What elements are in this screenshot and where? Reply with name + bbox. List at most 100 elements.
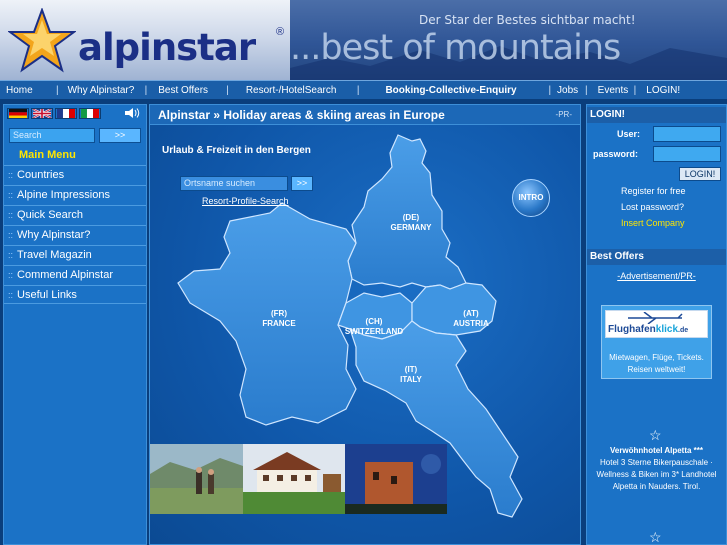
label-switzerland[interactable]: (CH) SWITZERLAND [336, 317, 412, 337]
german-flag-icon[interactable] [7, 108, 29, 119]
menu-item-label: Why Alpinstar? [17, 229, 91, 241]
menu-item-label: Travel Magazin [17, 249, 92, 261]
user-label: User: [617, 129, 641, 139]
uk-flag-icon[interactable] [31, 108, 53, 119]
italian-flag-icon[interactable] [79, 108, 101, 119]
main-menu-title: Main Menu [19, 149, 76, 161]
nav-jobs[interactable]: Jobs [551, 85, 585, 96]
tagline: ...best of mountains [290, 28, 621, 68]
pr-label: -PR- [555, 110, 572, 119]
flughafenklick-logo: Flughafenklick.de [605, 310, 708, 338]
menu-bullet-icon: :: [8, 170, 14, 180]
label-france[interactable]: (FR) FRANCE [254, 309, 304, 329]
menu-item-commend-alpinstar[interactable]: :: Commend Alpinstar [4, 265, 146, 284]
insert-company-link[interactable]: Insert Company [621, 218, 685, 228]
country-name: AUSTRIA [453, 319, 489, 328]
photo-hotel[interactable] [243, 444, 345, 514]
main-panel: Alpinstar » Holiday areas & skiing areas… [149, 104, 581, 545]
nav-events[interactable]: Events [588, 85, 634, 96]
search-button[interactable]: >> [99, 128, 141, 143]
logo-text[interactable]: alpinstar [78, 26, 256, 69]
intro-button[interactable]: INTRO [512, 179, 550, 217]
login-title: LOGIN! [587, 107, 726, 123]
label-italy[interactable]: (IT) ITALY [386, 365, 436, 385]
menu-bullet-icon: :: [8, 230, 14, 240]
nav-why-alpinstar[interactable]: Why Alpinstar? [59, 85, 145, 96]
register-link[interactable]: Register for free [621, 186, 686, 196]
hotel-offer[interactable]: Verwöhnhotel Alpetta *** Hotel 3 Sterne … [587, 445, 726, 493]
login-button[interactable]: LOGIN! [679, 167, 721, 181]
menu-item-travel-magazin[interactable]: :: Travel Magazin [4, 245, 146, 264]
hotel-title: Verwöhnhotel Alpetta *** [609, 446, 704, 455]
subtitle: Urlaub & Freizeit in den Bergen [162, 145, 311, 156]
search-input[interactable]: Search [9, 128, 95, 143]
menu-bullet-icon: :: [8, 289, 14, 300]
menu-item-quick-search[interactable]: :: Quick Search [4, 205, 146, 224]
menu-item-label: Countries [17, 169, 65, 181]
country-code: (CH) [365, 317, 383, 326]
menu-bullet-icon: :: [8, 210, 14, 220]
menu-item-countries[interactable]: :: Countries [4, 165, 146, 184]
place-search-input[interactable]: Ortsname suchen [180, 176, 288, 191]
country-name: GERMANY [390, 223, 432, 232]
slogan: Der Star der Bestes sichtbar macht! [419, 13, 636, 27]
french-flag-icon[interactable] [55, 108, 77, 119]
label-austria[interactable]: (AT) AUSTRIA [446, 309, 496, 329]
nav-resort-hotel-search[interactable]: Resort-/HotelSearch [229, 85, 357, 96]
speaker-icon[interactable] [124, 107, 142, 119]
country-name: FRANCE [262, 319, 296, 328]
label-germany[interactable]: (DE) GERMANY [386, 213, 436, 233]
language-flags [7, 108, 101, 119]
map-germany[interactable] [347, 134, 467, 290]
registered-mark: ® [276, 26, 285, 38]
right-sidebar: LOGIN! User: password: LOGIN! Register f… [586, 104, 727, 545]
menu-item-why-alpinstar[interactable]: :: Why Alpinstar? [4, 225, 146, 244]
password-input[interactable] [653, 146, 721, 162]
lost-password-link[interactable]: Lost password? [621, 202, 684, 212]
menu-item-useful-links[interactable]: :: Useful Links [4, 285, 146, 304]
star-logo-icon[interactable] [8, 8, 76, 74]
password-label: password: [593, 149, 639, 159]
menu-bullet-icon: :: [8, 250, 14, 260]
menu-item-label: Quick Search [17, 209, 84, 221]
hotel-description: Hotel 3 Sterne Bikerpauschale · Wellness… [596, 458, 717, 491]
menu-item-label: Useful Links [17, 288, 77, 301]
menu-item-label: Commend Alpinstar [17, 269, 114, 281]
country-name: SWITZERLAND [344, 327, 404, 336]
country-code: (FR) [271, 309, 287, 318]
photo-hikers[interactable] [150, 444, 243, 514]
nav-booking-enquiry[interactable]: Booking-Collective-Enquiry [359, 85, 548, 96]
country-code: (DE) [402, 213, 420, 222]
country-code: (AT) [463, 309, 479, 318]
ad-brand: Flughafenklick.de [608, 324, 688, 335]
photo-strip [150, 444, 447, 514]
page-title: Alpinstar » Holiday areas & skiing areas… [158, 108, 445, 122]
nav-best-offers[interactable]: Best Offers [147, 85, 226, 96]
menu-bullet-icon: :: [8, 190, 14, 200]
left-sidebar: Search >> Main Menu :: Countries :: Alpi… [3, 104, 147, 545]
photo-castle[interactable] [345, 444, 447, 514]
country-code: (IT) [404, 365, 418, 374]
star-icon: ☆ [649, 427, 662, 443]
place-search-button[interactable]: >> [291, 176, 313, 191]
top-nav: Home | Why Alpinstar? | Best Offers | Re… [0, 80, 727, 100]
ad-brand-c: .de [678, 327, 689, 334]
ad-text: Mietwagen, Flüge, Tickets. Reisen weltwe… [609, 353, 704, 374]
airplane-icon [628, 312, 683, 324]
resort-profile-search-link[interactable]: Resort-Profile-Search [202, 196, 289, 206]
ad-flughafenklick[interactable]: Flughafenklick.de Mietwagen, Flüge, Tick… [601, 305, 712, 379]
advertisement-label: -Advertisement/PR- [617, 271, 696, 281]
menu-item-label: Alpine Impressions [17, 189, 110, 201]
ad-brand-a: Flughafen [608, 324, 656, 335]
header-banner: alpinstar ® Der Star der Bestes sichtbar… [0, 0, 727, 80]
user-input[interactable] [653, 126, 721, 142]
menu-bullet-icon: :: [8, 270, 14, 280]
menu-item-alpine-impressions[interactable]: :: Alpine Impressions [4, 185, 146, 204]
nav-login[interactable]: LOGIN! [636, 85, 686, 96]
star-icon: ☆ [649, 529, 662, 545]
main-panel-header: Alpinstar » Holiday areas & skiing areas… [150, 105, 580, 125]
best-offers-title: Best Offers [587, 249, 726, 265]
nav-home[interactable]: Home [0, 85, 56, 96]
ad-brand-b: klick [655, 324, 679, 335]
country-name: ITALY [400, 375, 422, 384]
